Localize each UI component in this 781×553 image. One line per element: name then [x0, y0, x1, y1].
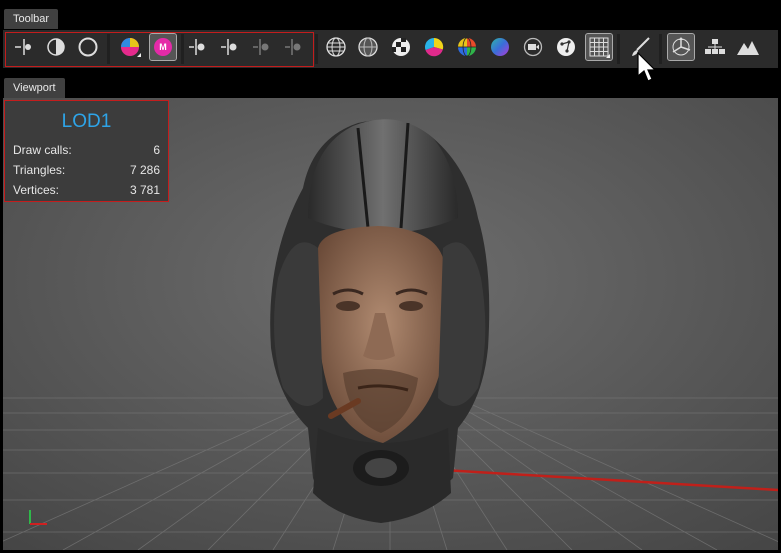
viewport-tab-bar: Viewport	[0, 74, 781, 98]
toolbar: M	[3, 30, 778, 68]
triangles-row: Triangles: 7 286	[13, 163, 160, 179]
split-dot-left-icon[interactable]	[185, 34, 211, 60]
vertices-row: Vertices: 3 781	[13, 183, 160, 199]
wireframe-sphere-icon[interactable]	[323, 34, 349, 60]
gradient-sphere-icon[interactable]	[487, 34, 513, 60]
transform-gizmo-icon[interactable]	[667, 33, 695, 61]
toolbar-tab-bar: Toolbar	[0, 5, 781, 29]
shaded-sphere-icon[interactable]	[355, 34, 381, 60]
split-light-icon[interactable]	[11, 34, 37, 60]
camera-icon[interactable]	[520, 34, 546, 60]
grid-icon[interactable]	[585, 33, 613, 61]
tab-viewport[interactable]: Viewport	[4, 78, 65, 98]
stats-panel: LOD1 Draw calls: 6 Triangles: 7 286 Vert…	[4, 100, 169, 202]
triangles-label: Triangles:	[13, 163, 66, 177]
contrast-icon[interactable]	[43, 34, 69, 60]
mouse-cursor-icon	[637, 51, 657, 89]
triangles-value: 7 286	[129, 163, 160, 177]
material-badge: M	[159, 42, 167, 52]
lod-label: LOD1	[61, 111, 112, 132]
circle-outline-icon[interactable]	[75, 34, 101, 60]
draw-calls-row: Draw calls: 6	[13, 143, 160, 159]
checker-sphere-icon[interactable]	[388, 34, 414, 60]
split-dot-dim-icon[interactable]	[249, 34, 275, 60]
split-dot-right-icon[interactable]	[217, 34, 243, 60]
vertices-icon[interactable]	[553, 34, 579, 60]
draw-calls-value: 6	[153, 143, 160, 157]
vertices-label: Vertices:	[13, 183, 60, 197]
vertices-value: 3 781	[129, 183, 160, 197]
color-grid-sphere-icon[interactable]	[454, 34, 480, 60]
split-dot-dim-2-icon[interactable]	[281, 34, 307, 60]
material-icon[interactable]: M	[149, 33, 177, 61]
draw-calls-label: Draw calls:	[13, 143, 72, 157]
tab-toolbar[interactable]: Toolbar	[4, 9, 59, 29]
color-channels-icon[interactable]	[421, 34, 447, 60]
hierarchy-icon[interactable]	[702, 34, 728, 60]
color-wheel-icon[interactable]	[117, 34, 143, 60]
terrain-icon[interactable]	[735, 34, 761, 60]
